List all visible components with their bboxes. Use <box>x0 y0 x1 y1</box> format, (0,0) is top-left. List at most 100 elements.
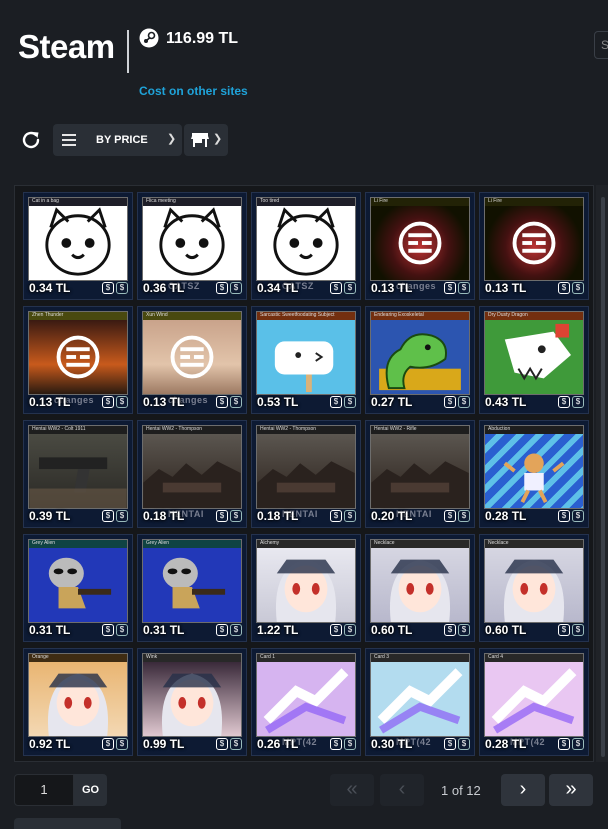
price-source-icon[interactable]: $ <box>116 624 128 636</box>
refresh-icon[interactable] <box>19 128 43 152</box>
price-source-icon[interactable]: $ <box>444 282 456 294</box>
store-filter-button[interactable]: ❯ <box>184 124 228 156</box>
sort-dropdown[interactable]: BY PRICE ❯ <box>53 124 182 156</box>
price-source-icon[interactable]: $ <box>458 624 470 636</box>
card-art <box>29 206 127 280</box>
price-source-icon[interactable]: $ <box>444 624 456 636</box>
price-source-icon[interactable]: $ <box>558 396 570 408</box>
item-card[interactable]: Flica meeting CATSZ 0.36 TL $ $ <box>137 192 247 300</box>
price-source-icon[interactable]: $ <box>102 624 114 636</box>
price-source-icon[interactable]: $ <box>458 738 470 750</box>
price-source-icon[interactable]: $ <box>330 282 342 294</box>
price-source-icon[interactable]: $ <box>216 510 228 522</box>
card-frame: Zhen Thunder <box>28 311 128 395</box>
item-card[interactable]: Card 1 MPT(42 0.26 TL $ $ <box>251 648 361 756</box>
price-source-icon[interactable]: $ <box>216 624 228 636</box>
item-card[interactable]: Cat in a bag 0.34 TL $ $ <box>23 192 133 300</box>
item-card[interactable]: Li Fire 0.13 TL $ $ <box>479 192 589 300</box>
price-source-icon[interactable]: $ <box>344 282 356 294</box>
price-source-icon[interactable]: $ <box>216 738 228 750</box>
item-card[interactable]: Too tired CATSZ 0.34 TL $ $ <box>251 192 361 300</box>
price-source-icon[interactable]: $ <box>330 396 342 408</box>
price-source-icon[interactable]: $ <box>444 738 456 750</box>
item-card[interactable]: Necklace 0.60 TL $ $ <box>479 534 589 642</box>
price-source-icon[interactable]: $ <box>572 282 584 294</box>
item-card[interactable]: Xun Wind changes 0.13 TL $ $ <box>137 306 247 414</box>
price-source-icon[interactable]: $ <box>558 510 570 522</box>
item-price: 0.53 TL <box>257 395 299 409</box>
page-number-input[interactable]: 1 <box>14 774 74 806</box>
search-input[interactable]: S <box>594 31 608 59</box>
price-source-icon[interactable]: $ <box>230 282 242 294</box>
anime-illustration <box>275 559 337 622</box>
price-source-icon[interactable]: $ <box>444 510 456 522</box>
item-card[interactable]: Grey Alien 0.31 TL $ $ <box>23 534 133 642</box>
price-source-icon[interactable]: $ <box>230 396 242 408</box>
item-card[interactable]: Grey Alien 0.31 TL $ $ <box>137 534 247 642</box>
price-source-icon[interactable]: $ <box>458 396 470 408</box>
price-source-icon[interactable]: $ <box>558 738 570 750</box>
item-card[interactable]: Hentai WW2 - Thompson HENTAI 0.18 TL $ $ <box>251 420 361 528</box>
cost-on-other-sites-link[interactable]: Cost on other sites <box>139 84 248 98</box>
price-source-icon[interactable]: $ <box>344 510 356 522</box>
first-page-button[interactable]: « <box>330 774 374 806</box>
price-source-icon[interactable]: $ <box>572 738 584 750</box>
price-source-icon[interactable]: $ <box>572 396 584 408</box>
price-source-icon[interactable]: $ <box>116 282 128 294</box>
price-source-icon[interactable]: $ <box>330 738 342 750</box>
next-page-button[interactable]: › <box>501 774 545 806</box>
price-source-icon[interactable]: $ <box>330 624 342 636</box>
anime-illustration <box>47 673 109 736</box>
price-source-icon[interactable]: $ <box>116 738 128 750</box>
last-page-button[interactable]: » <box>549 774 593 806</box>
price-source-icon[interactable]: $ <box>102 738 114 750</box>
card-caption: Necklace <box>371 540 469 548</box>
price-source-icon[interactable]: $ <box>330 510 342 522</box>
price-source-icon[interactable]: $ <box>458 510 470 522</box>
bottom-panel-tab[interactable] <box>14 818 121 829</box>
item-card[interactable]: Hentai WW2 - Rifle HENTAI 0.20 TL $ $ <box>365 420 475 528</box>
item-card[interactable]: Abduction 0.28 TL $ $ <box>479 420 589 528</box>
price-source-icon[interactable]: $ <box>444 396 456 408</box>
item-card[interactable]: Zhen Thunder changes 0.13 TL $ $ <box>23 306 133 414</box>
price-source-icon[interactable]: $ <box>344 396 356 408</box>
price-source-icon[interactable]: $ <box>458 282 470 294</box>
price-source-icon[interactable]: $ <box>230 510 242 522</box>
price-source-icon[interactable]: $ <box>558 624 570 636</box>
store-icon <box>191 133 209 147</box>
price-source-icon[interactable]: $ <box>572 624 584 636</box>
price-source-icon[interactable]: $ <box>344 738 356 750</box>
item-card[interactable]: Card 4 MPT(42 0.28 TL $ $ <box>479 648 589 756</box>
item-card[interactable]: Sarcastic Sweetfoodating Subject 0.53 TL $… <box>251 306 361 414</box>
item-card[interactable]: Orange 0.92 TL $ $ <box>23 648 133 756</box>
item-card[interactable]: Endearing Exoskeletal 0.27 TL $ $ <box>365 306 475 414</box>
scrollbar-thumb[interactable] <box>601 197 605 757</box>
item-card[interactable]: Necklace 0.60 TL $ $ <box>365 534 475 642</box>
price-source-icon[interactable]: $ <box>344 624 356 636</box>
card-art <box>257 206 355 280</box>
chevron-down-icon: ❯ <box>213 133 223 145</box>
price-source-icon[interactable]: $ <box>116 510 128 522</box>
price-source-icon[interactable]: $ <box>230 738 242 750</box>
card-caption: Card 4 <box>485 654 583 662</box>
price-source-icon[interactable]: $ <box>558 282 570 294</box>
price-source-icon[interactable]: $ <box>102 282 114 294</box>
item-card[interactable]: Wink 0.99 TL $ $ <box>137 648 247 756</box>
price-source-icon[interactable]: $ <box>216 396 228 408</box>
price-source-icon[interactable]: $ <box>216 282 228 294</box>
item-card[interactable]: Dry Dusty Dragon 0.43 TL $ $ <box>479 306 589 414</box>
price-source-icon[interactable]: $ <box>572 510 584 522</box>
price-source-icon[interactable]: $ <box>230 624 242 636</box>
price-source-icon[interactable]: $ <box>102 396 114 408</box>
item-card[interactable]: Card 3 MPT(42 0.30 TL $ $ <box>365 648 475 756</box>
item-card[interactable]: Hentai WW2 - Colt 1911 0.39 TL $ $ <box>23 420 133 528</box>
item-card[interactable]: Li Fire changes 0.13 TL $ $ <box>365 192 475 300</box>
chevron-down-icon: ❯ <box>167 133 177 145</box>
item-card[interactable]: Alchemy 1.22 TL $ $ <box>251 534 361 642</box>
price-source-icon[interactable]: $ <box>102 510 114 522</box>
item-price: 0.18 TL <box>257 509 299 523</box>
go-button[interactable]: GO <box>74 774 107 806</box>
prev-page-button[interactable]: ‹ <box>380 774 424 806</box>
price-source-icon[interactable]: $ <box>116 396 128 408</box>
item-card[interactable]: Hentai WW2 - Thompson HENTAI 0.18 TL $ $ <box>137 420 247 528</box>
